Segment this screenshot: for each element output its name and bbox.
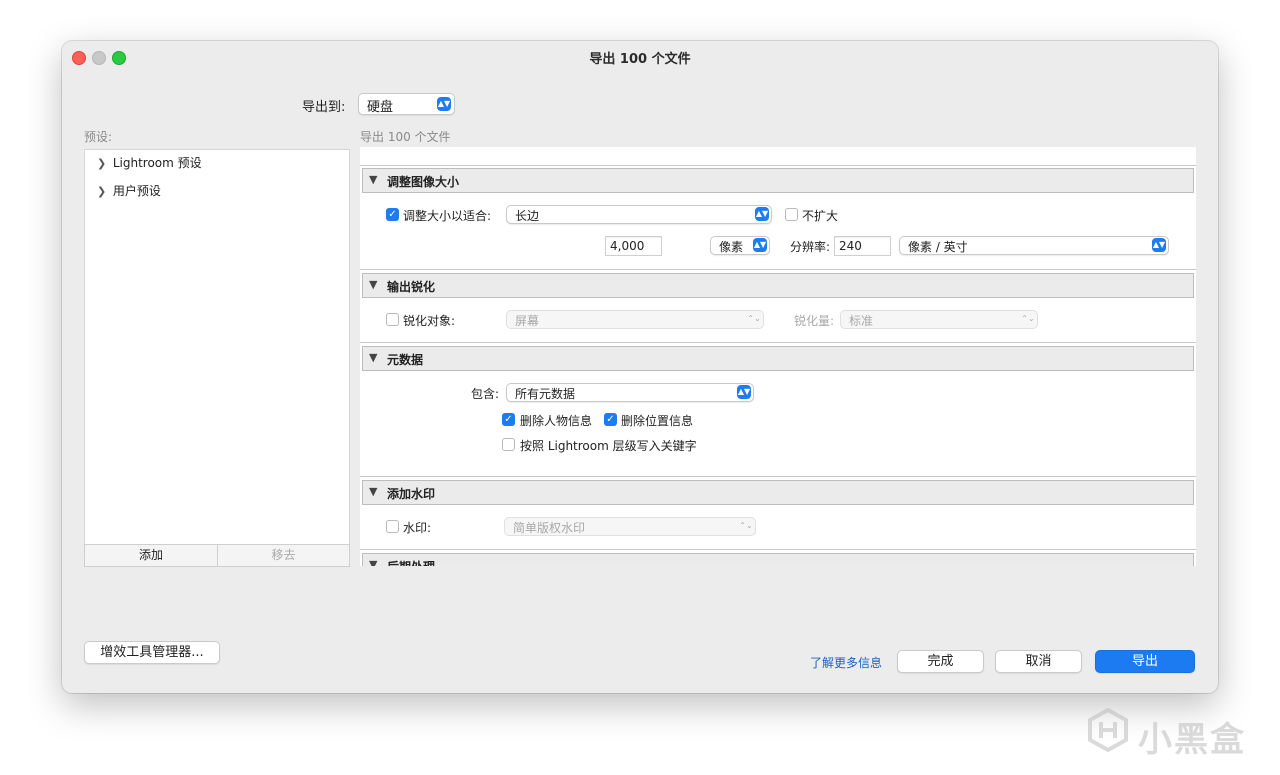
sharpen-checkbox[interactable]: [386, 313, 399, 326]
watermark-label: 水印:: [403, 521, 432, 535]
resize-fit-select[interactable]: 长边 ▲▼: [506, 205, 772, 224]
export-to-label: 导出到:: [302, 100, 346, 115]
brand-watermark-text: 小黑盒: [1138, 720, 1246, 760]
preset-group-user[interactable]: ❯ 用户预设: [97, 182, 161, 199]
chevron-updown-icon: ▲▼: [437, 97, 451, 111]
write-keywords-label: 按照 Lightroom 层级写入关键字: [520, 439, 697, 453]
remove-person-label: 删除人物信息: [520, 414, 593, 428]
divider: [360, 476, 1196, 477]
section-header-metadata[interactable]: ▼ 元数据: [362, 346, 1194, 371]
disclosure-triangle-icon: ▼: [369, 351, 378, 364]
divider: [360, 549, 1196, 550]
resize-fit-label: 调整大小以适合:: [403, 209, 492, 223]
no-enlarge-checkbox[interactable]: [785, 208, 798, 221]
chevron-updown-icon: ⌃⌄: [1021, 314, 1035, 323]
export-to-value: 硬盘: [367, 100, 394, 115]
no-enlarge-label: 不扩大: [802, 209, 839, 223]
disclosure-triangle-icon: ▼: [369, 278, 378, 291]
export-button[interactable]: 导出: [1095, 650, 1195, 673]
divider: [360, 165, 1196, 166]
section-header-post-processing[interactable]: ▼ 后期处理: [362, 553, 1194, 566]
sharpen-amount-value: 标准: [849, 314, 874, 328]
title-bar: 导出 100 个文件: [62, 41, 1218, 73]
resolution-unit-value: 像素 / 英寸: [908, 240, 968, 254]
chevron-updown-icon: ⌃⌄: [739, 521, 753, 530]
size-unit-select[interactable]: 像素 ▲▼: [710, 236, 770, 255]
resolution-input[interactable]: 240: [834, 236, 891, 256]
cancel-button[interactable]: 取消: [995, 650, 1082, 673]
remove-person-checkbox[interactable]: ✓: [502, 413, 515, 426]
chevron-updown-icon: ⌃⌄: [747, 314, 761, 323]
window-title: 导出 100 个文件: [589, 52, 691, 67]
resolution-unit-select[interactable]: 像素 / 英寸 ▲▼: [899, 236, 1169, 255]
sharpen-amount-label: 锐化量:: [794, 314, 835, 328]
brand-logo-icon: [1088, 707, 1128, 753]
section-title: 元数据: [387, 353, 424, 367]
settings-panel[interactable]: ▼ 调整图像大小 ✓ 调整大小以适合: 长边 ▲▼ 不扩大 4,000 像素 ▲…: [360, 147, 1196, 566]
resize-fit-checkbox[interactable]: ✓: [386, 208, 399, 221]
chevron-right-icon: ❯: [97, 157, 107, 170]
section-title: 输出锐化: [387, 280, 436, 294]
disclosure-triangle-icon: ▼: [369, 173, 378, 186]
section-title: 调整图像大小: [387, 175, 460, 189]
preset-group-label: 用户预设: [112, 184, 161, 198]
write-keywords-checkbox[interactable]: [502, 438, 515, 451]
disclosure-triangle-icon: ▼: [369, 485, 378, 498]
preset-group-lightroom[interactable]: ❯ Lightroom 预设: [97, 154, 202, 171]
sharpen-amount-select[interactable]: 标准 ⌃⌄: [840, 310, 1038, 329]
export-dialog: 导出 100 个文件 导出到: 硬盘 ▲▼ 预设: ❯ Lightroom 预设…: [62, 41, 1218, 693]
chevron-updown-icon: ▲▼: [1152, 238, 1166, 252]
chevron-right-icon: ❯: [97, 185, 107, 198]
section-header-watermark[interactable]: ▼ 添加水印: [362, 480, 1194, 505]
chevron-updown-icon: ▲▼: [737, 385, 751, 399]
divider: [360, 269, 1196, 270]
watermark-checkbox[interactable]: [386, 520, 399, 533]
export-to-select[interactable]: 硬盘 ▲▼: [358, 93, 455, 115]
presets-label: 预设:: [84, 130, 113, 144]
add-preset-button[interactable]: 添加: [84, 544, 218, 567]
metadata-include-select[interactable]: 所有元数据 ▲▼: [506, 383, 754, 402]
done-button[interactable]: 完成: [897, 650, 984, 673]
size-unit-value: 像素: [719, 240, 744, 254]
metadata-include-value: 所有元数据: [515, 387, 576, 401]
learn-more-link[interactable]: 了解更多信息: [810, 654, 882, 671]
chevron-updown-icon: ▲▼: [753, 238, 767, 252]
resolution-label: 分辨率:: [790, 240, 831, 254]
watermark-value: 简单版权水印: [513, 521, 586, 535]
size-input[interactable]: 4,000: [605, 236, 662, 256]
preset-group-label: Lightroom 预设: [112, 156, 202, 170]
size-value: 4,000: [610, 239, 645, 253]
site-watermark: 小黑盒: [1086, 707, 1246, 760]
presets-list: ❯ Lightroom 预设 ❯ 用户预设: [84, 149, 350, 545]
metadata-include-label: 包含:: [471, 387, 500, 401]
sharpen-target-value: 屏幕: [515, 314, 540, 328]
watermark-select[interactable]: 简单版权水印 ⌃⌄: [504, 517, 756, 536]
export-count-subtitle: 导出 100 个文件: [360, 130, 451, 144]
remove-location-label: 删除位置信息: [621, 414, 694, 428]
section-header-resize[interactable]: ▼ 调整图像大小: [362, 168, 1194, 193]
remove-preset-button[interactable]: 移去: [217, 544, 350, 567]
divider: [360, 342, 1196, 343]
resize-fit-value: 长边: [515, 209, 540, 223]
disclosure-triangle-icon: ▼: [369, 558, 378, 566]
chevron-updown-icon: ▲▼: [755, 207, 769, 221]
plugin-manager-button[interactable]: 增效工具管理器...: [84, 641, 220, 664]
sharpen-target-select[interactable]: 屏幕 ⌃⌄: [506, 310, 764, 329]
sharpen-label: 锐化对象:: [403, 314, 456, 328]
section-title: 后期处理: [387, 558, 435, 566]
resolution-value: 240: [839, 239, 862, 253]
remove-location-checkbox[interactable]: ✓: [604, 413, 617, 426]
section-header-sharpening[interactable]: ▼ 输出锐化: [362, 273, 1194, 298]
section-title: 添加水印: [387, 487, 436, 501]
